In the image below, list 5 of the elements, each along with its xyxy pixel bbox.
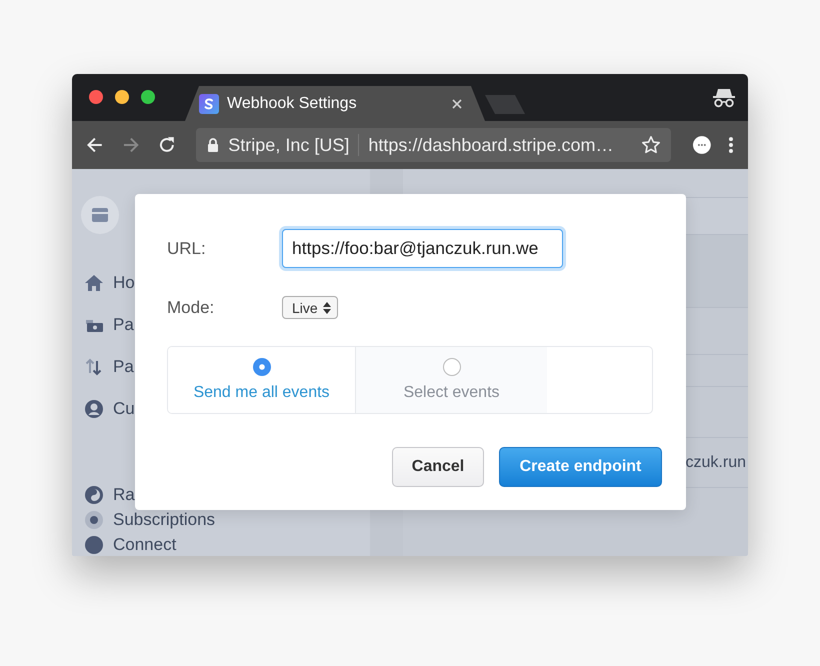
url-text: https://dashboard.stripe.com…: [368, 134, 614, 156]
table-cell-text: czuk.run: [686, 454, 747, 472]
mode-label: Mode:: [167, 298, 216, 318]
url-label: URL:: [167, 238, 207, 258]
site-identity: Stripe, Inc [US]: [228, 134, 350, 156]
